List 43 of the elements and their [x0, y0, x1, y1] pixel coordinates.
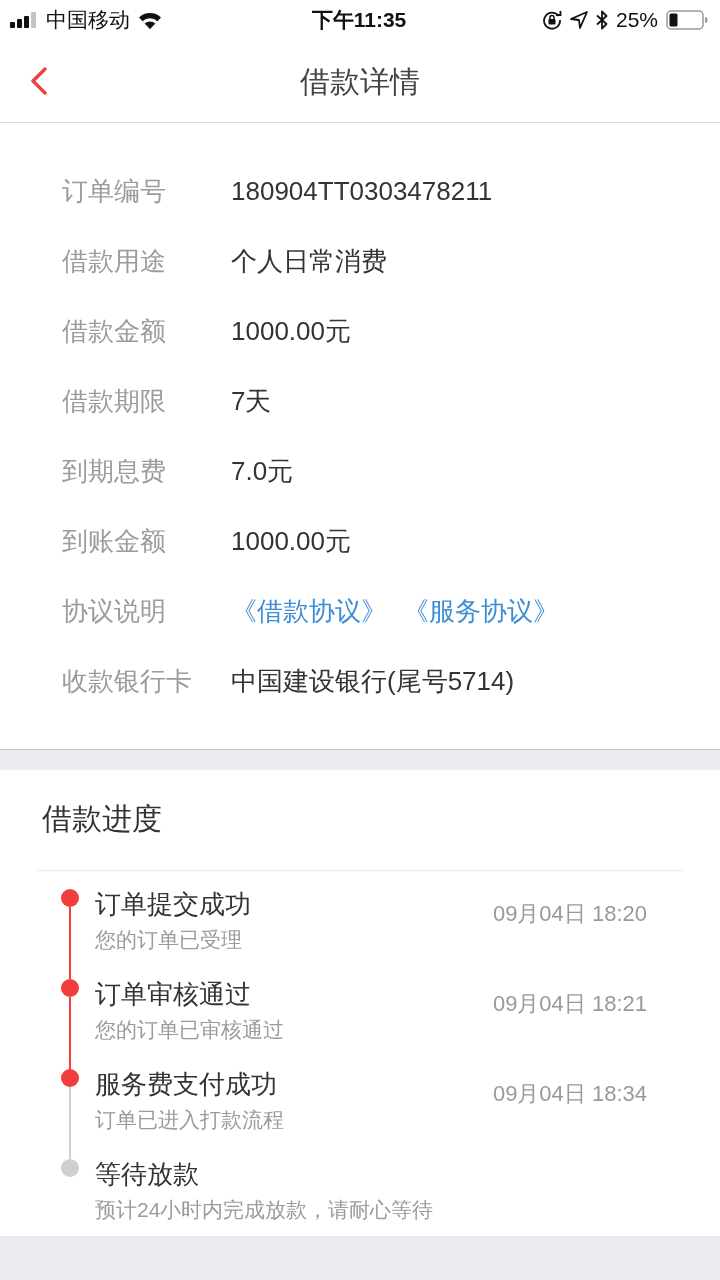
field-value: 1000.00元	[231, 314, 351, 348]
wifi-icon	[138, 11, 162, 29]
step-note: 您的订单已审核通过	[95, 1017, 285, 1043]
field-label: 到账金额	[62, 524, 167, 558]
field-label: 收款银行卡	[62, 664, 193, 698]
field-label: 借款期限	[62, 384, 167, 418]
signal-icon	[10, 12, 38, 28]
field-label: 到期息费	[62, 454, 167, 488]
step-time: 09月04日 18:20	[492, 900, 647, 928]
carrier-name: 中国移动	[46, 7, 130, 34]
bluetooth-icon	[595, 10, 608, 30]
step-note: 您的订单已受理	[95, 927, 243, 953]
agreement-link[interactable]: 《借款协议》	[231, 591, 387, 631]
clock-time: 下午11:35	[311, 7, 407, 34]
timeline-line	[69, 907, 71, 979]
step-title: 服务费支付成功	[95, 1068, 278, 1101]
field-value: 7天	[231, 384, 272, 418]
field-label: 订单编号	[62, 174, 167, 208]
orientation-lock-icon	[541, 10, 562, 30]
battery-icon	[666, 10, 708, 30]
page-title: 借款详情	[299, 63, 421, 100]
step-title: 订单提交成功	[95, 888, 252, 921]
battery-percent: 25%	[615, 7, 658, 34]
field-value: 中国建设银行(尾号5714)	[231, 664, 515, 698]
location-arrow-icon	[569, 11, 588, 29]
field-value: 180904TT0303478211	[231, 174, 493, 208]
section-title: 借款进度	[41, 801, 163, 837]
timeline-line	[69, 1087, 71, 1159]
field-value: 个人日常消费	[231, 244, 387, 278]
step-title: 等待放款	[95, 1158, 200, 1191]
step-note: 订单已进入打款流程	[95, 1107, 285, 1133]
field-value: 7.0元	[231, 454, 294, 488]
field-value: 1000.00元	[231, 524, 351, 558]
field-label: 借款用途	[62, 244, 167, 278]
step-time: 09月04日 18:21	[492, 990, 647, 1018]
step-note: 预计24小时内完成放款，请耐心等待	[95, 1197, 435, 1223]
agreement-link[interactable]: 《服务协议》	[403, 591, 559, 631]
step-title: 订单审核通过	[95, 978, 252, 1011]
timeline-line	[69, 997, 71, 1069]
step-time: 09月04日 18:34	[492, 1080, 647, 1108]
field-label: 借款金额	[62, 314, 167, 348]
field-label: 协议说明	[62, 594, 167, 628]
back-chevron-icon	[30, 67, 48, 95]
